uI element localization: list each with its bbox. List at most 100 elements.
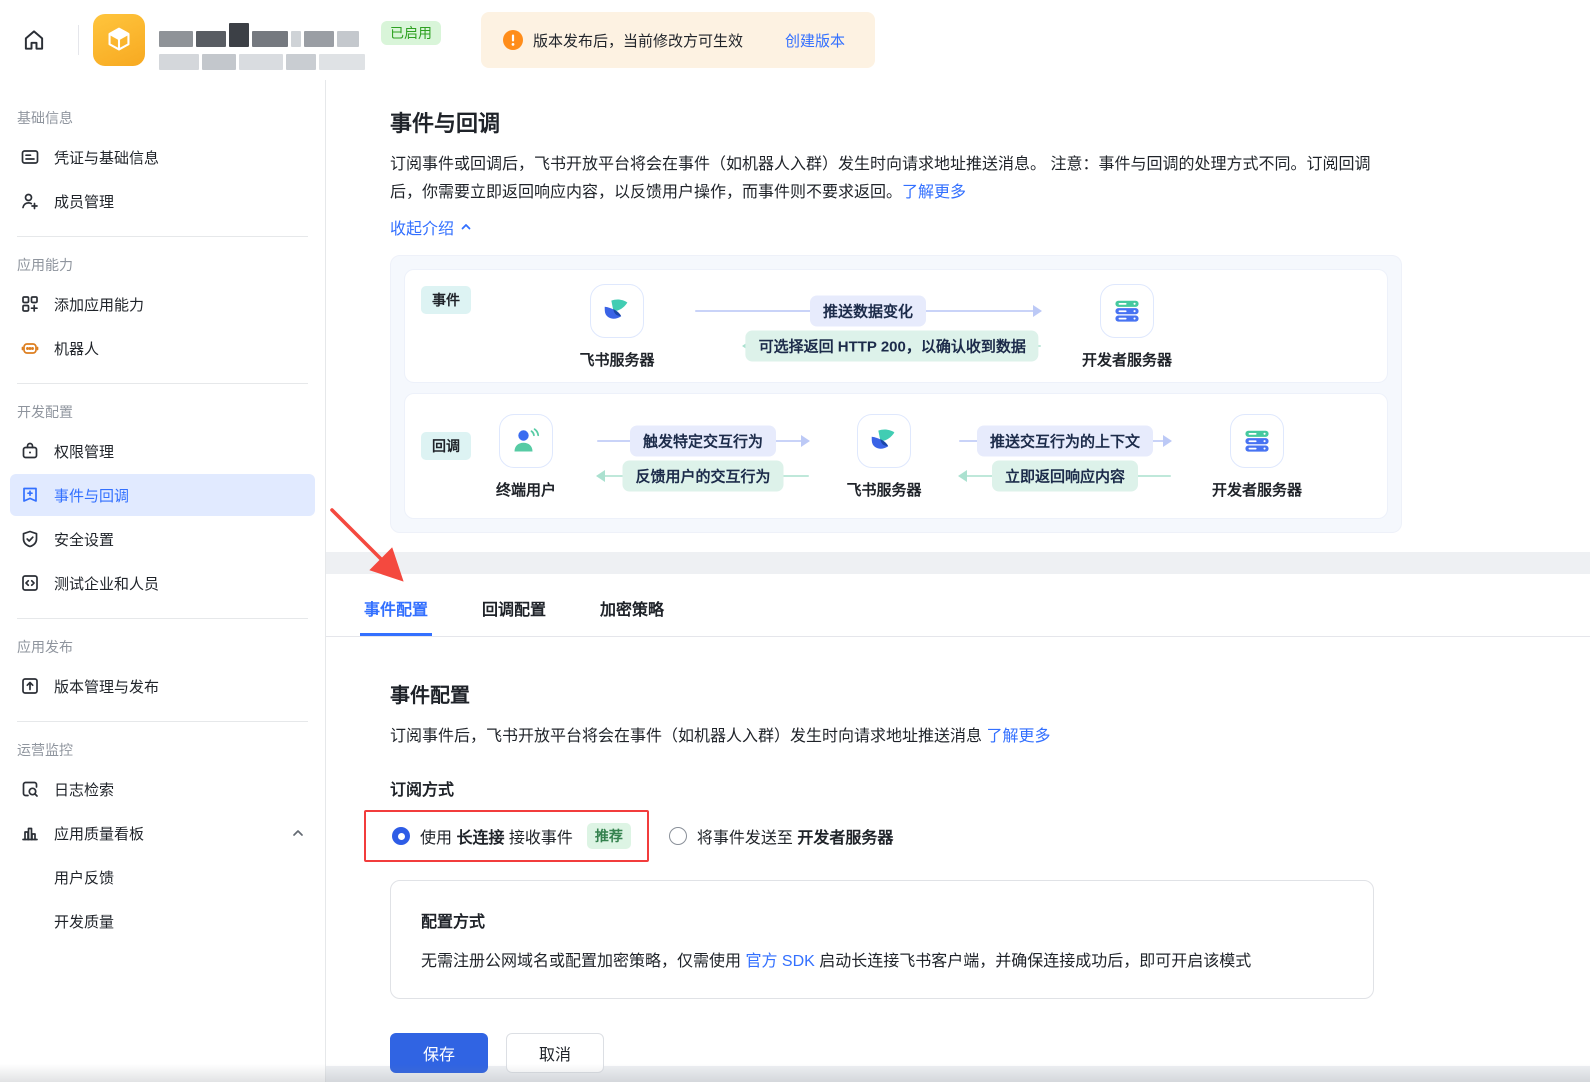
- tab-encryption-policy[interactable]: 加密策略: [596, 584, 668, 636]
- grid-add-icon: [20, 294, 40, 314]
- section-title: 事件配置: [390, 679, 1526, 708]
- home-icon: [21, 27, 47, 53]
- sidebar-item-bot[interactable]: 机器人: [10, 327, 315, 369]
- warning-icon: [503, 30, 523, 50]
- events-callbacks-panel: 事件与回调 订阅事件或回调后，飞书开放平台将会在事件（如机器人入群）发生时向请求…: [326, 80, 1590, 552]
- sidebar-item-label: 安全设置: [54, 529, 114, 550]
- option-text: 接收事件: [504, 830, 572, 847]
- bottom-fade: [0, 1064, 1590, 1082]
- option-text-bold: 长连接: [456, 830, 504, 847]
- tab-callback-config[interactable]: 回调配置: [478, 584, 550, 636]
- node-label: 飞书服务器: [846, 479, 921, 500]
- feishu-server-node: 飞书服务器: [555, 284, 679, 370]
- radio-selected-icon[interactable]: [392, 827, 410, 845]
- arrow-label: 触发特定交互行为: [630, 426, 776, 457]
- option-text-bold: 开发者服务器: [797, 830, 893, 847]
- back-arrow: 立即返回响应内容: [959, 475, 1171, 477]
- robot-icon: [20, 338, 40, 358]
- sidebar-item-log-search[interactable]: 日志检索: [10, 768, 315, 810]
- sidebar-item-test-org[interactable]: 测试企业和人员: [10, 562, 315, 604]
- sidebar-item-user-feedback[interactable]: 用户反馈: [10, 856, 315, 898]
- config-tabs: 事件配置 回调配置 加密策略: [326, 574, 1590, 637]
- sidebar-item-add-capability[interactable]: 添加应用能力: [10, 283, 315, 325]
- back-arrow: 可选择返回 HTTP 200，以确认收到数据: [743, 345, 1041, 347]
- official-sdk-link[interactable]: 官方 SDK: [745, 953, 814, 970]
- feishu-logo-icon: [857, 414, 911, 468]
- node-label: 开发者服务器: [1082, 349, 1172, 370]
- page-description: 订阅事件或回调后，飞书开放平台将会在事件（如机器人入群）发生时向请求地址推送消息…: [390, 151, 1382, 207]
- redacted-line-2: [159, 54, 365, 70]
- sidebar-item-dev-quality[interactable]: 开发质量: [10, 900, 315, 942]
- home-button[interactable]: [14, 20, 54, 60]
- option-label: 将事件发送至 开发者服务器: [697, 824, 893, 848]
- sidebar-item-label: 用户反馈: [54, 867, 114, 888]
- config-text: 无需注册公网域名或配置加密策略，仅需使用: [421, 953, 745, 970]
- node-label: 终端用户: [496, 479, 556, 500]
- event-config-section: 事件配置 订阅事件后，飞书开放平台将会在事件（如机器人入群）发生时向请求地址推送…: [326, 637, 1590, 1073]
- description-text: 订阅事件后，飞书开放平台将会在事件（如机器人入群）发生时向请求地址推送消息: [390, 728, 986, 745]
- id-card-icon: [20, 147, 40, 167]
- callback-badge: 回调: [421, 432, 471, 460]
- bar-chart-icon: [20, 823, 40, 843]
- sidebar-item-events-callbacks[interactable]: 事件与回调: [10, 474, 315, 516]
- user-add-icon: [20, 191, 40, 211]
- collapse-intro-link[interactable]: 收起介绍: [390, 215, 472, 239]
- callback-arrows-1: 触发特定交互行为 反馈用户的交互行为: [581, 414, 825, 477]
- option-long-connection[interactable]: 使用 长连接 接收事件 推荐: [364, 810, 649, 862]
- sidebar-section-monitoring: 运营监控: [17, 740, 325, 760]
- forward-arrow: 推送交互行为的上下文: [959, 440, 1171, 442]
- sidebar-item-label: 事件与回调: [54, 485, 129, 506]
- node-label: 开发者服务器: [1212, 479, 1302, 500]
- learn-more-link[interactable]: 了解更多: [902, 184, 966, 201]
- sidebar-item-permissions[interactable]: 权限管理: [10, 430, 315, 472]
- event-flow-row: 事件 飞书服务器 推送数据变化 可选择返回 HTTP 200，以确认收到数据: [404, 269, 1388, 383]
- sidebar-divider: [17, 618, 308, 619]
- create-version-link[interactable]: 创建版本: [785, 30, 845, 51]
- app-logo: [93, 14, 145, 66]
- redacted-line-1: [159, 23, 365, 47]
- chevron-up-icon: [460, 221, 472, 233]
- end-user-icon: [499, 414, 553, 468]
- sidebar-item-members[interactable]: 成员管理: [10, 180, 315, 222]
- sidebar-item-credentials[interactable]: 凭证与基础信息: [10, 136, 315, 178]
- app-name-redacted: [159, 11, 365, 70]
- sidebar-item-label: 版本管理与发布: [54, 676, 159, 697]
- config-method-box: 配置方式 无需注册公网域名或配置加密策略，仅需使用 官方 SDK 启动长连接飞书…: [390, 880, 1374, 999]
- shield-check-icon: [20, 529, 40, 549]
- page-title: 事件与回调: [390, 106, 1590, 138]
- app-meta: 已启用: [159, 11, 441, 70]
- topbar-divider: [78, 25, 79, 55]
- option-send-to-server[interactable]: 将事件发送至 开发者服务器: [669, 824, 893, 848]
- sidebar-divider: [17, 236, 308, 237]
- sidebar-section-capabilities: 应用能力: [17, 255, 325, 275]
- event-callback-icon: [20, 485, 40, 505]
- end-user-node: 终端用户: [471, 414, 581, 500]
- sidebar-item-version-release[interactable]: 版本管理与发布: [10, 665, 315, 707]
- sidebar-item-label: 成员管理: [54, 191, 114, 212]
- feishu-server-node: 飞书服务器: [825, 414, 943, 500]
- briefcase-lock-icon: [20, 441, 40, 461]
- back-arrow: 反馈用户的交互行为: [597, 475, 809, 477]
- event-arrows: 推送数据变化 可选择返回 HTTP 200，以确认收到数据: [679, 284, 1057, 347]
- radio-unselected-icon[interactable]: [669, 827, 687, 845]
- sidebar: 基础信息 凭证与基础信息 成员管理 应用能力 添加应用能力 机器人 开发配置 权…: [0, 80, 326, 1082]
- tab-event-config[interactable]: 事件配置: [360, 584, 432, 636]
- collapse-label: 收起介绍: [390, 215, 454, 239]
- event-badge: 事件: [421, 286, 471, 314]
- event-callback-diagram: 事件 飞书服务器 推送数据变化 可选择返回 HTTP 200，以确认收到数据: [390, 255, 1402, 533]
- sidebar-item-label: 日志检索: [54, 779, 114, 800]
- subscription-method-label: 订阅方式: [390, 776, 1526, 800]
- sidebar-item-security[interactable]: 安全设置: [10, 518, 315, 560]
- sidebar-item-quality-dashboard[interactable]: 应用质量看板: [10, 812, 315, 854]
- server-icon: [1230, 414, 1284, 468]
- sidebar-divider: [17, 383, 308, 384]
- option-text: 使用: [420, 830, 456, 847]
- chevron-up-icon[interactable]: [291, 826, 305, 840]
- code-square-icon: [20, 573, 40, 593]
- forward-arrow: 触发特定交互行为: [597, 440, 809, 442]
- learn-more-link[interactable]: 了解更多: [986, 728, 1050, 745]
- recommended-badge: 推荐: [587, 823, 631, 849]
- arrow-label: 推送交互行为的上下文: [977, 426, 1153, 457]
- callback-flow-row: 回调 终端用户 触发特定交互行为 反馈用户的交互行为: [404, 393, 1388, 519]
- topbar: 已启用 版本发布后，当前修改方可生效 创建版本: [0, 0, 1590, 80]
